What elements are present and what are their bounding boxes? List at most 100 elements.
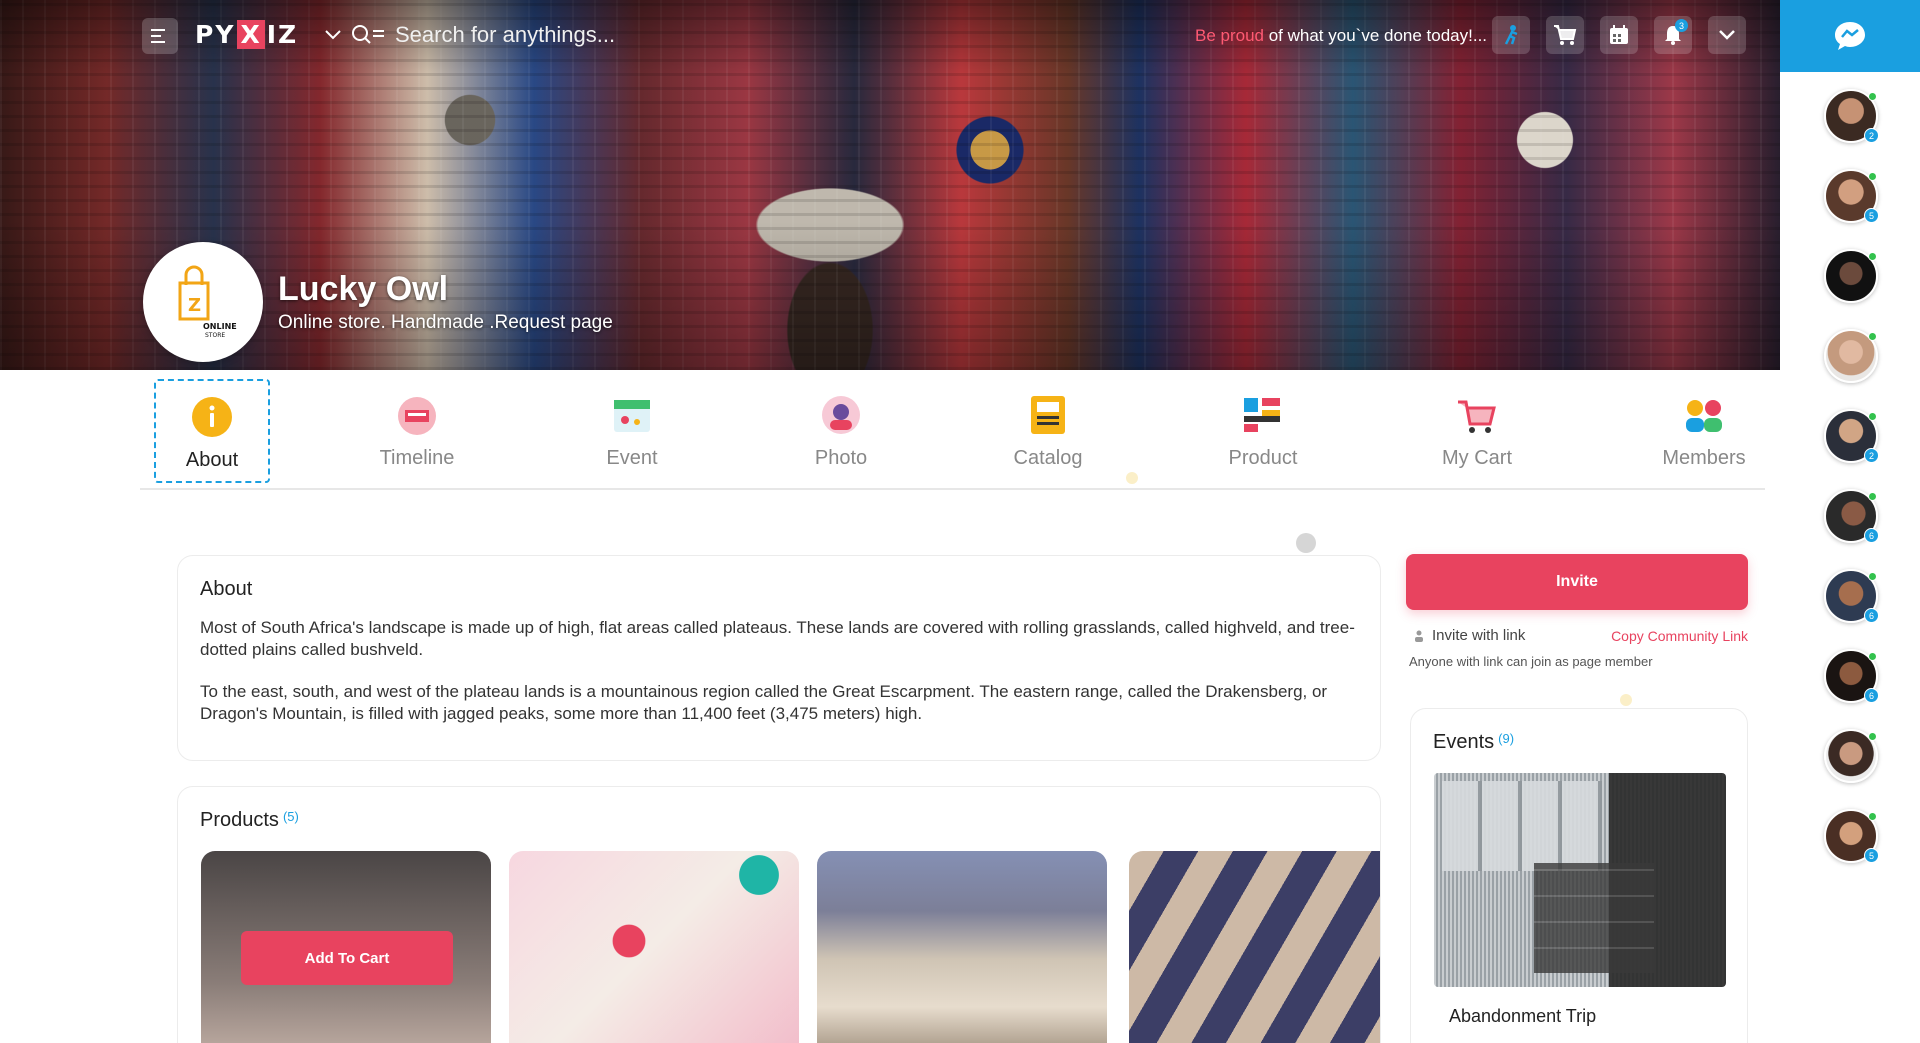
contacts-sidebar: 2 5 2 6 6 6 5 — [1780, 0, 1920, 1043]
search-icon[interactable] — [351, 24, 385, 46]
notification-badge: 3 — [1675, 19, 1688, 32]
event-title[interactable]: Abandonment Trip — [1449, 1006, 1596, 1027]
online-indicator — [1868, 412, 1877, 421]
svg-text:ONLINE: ONLINE — [203, 322, 237, 331]
online-indicator — [1868, 492, 1877, 501]
contact-avatar[interactable] — [1824, 329, 1878, 383]
contact-avatar[interactable]: 2 — [1824, 89, 1879, 143]
motto-text: Be proud of what you`ve done today!... — [1195, 26, 1488, 45]
contact-avatar[interactable]: 5 — [1824, 809, 1879, 863]
menu-icon — [151, 29, 165, 43]
timeline-icon — [398, 397, 436, 435]
tab-catalog[interactable]: Catalog — [990, 379, 1106, 483]
cart-icon — [1554, 25, 1577, 45]
site-logo[interactable]: PY X IZ — [195, 20, 298, 49]
events-count: (9) — [1498, 731, 1515, 746]
product-card[interactable] — [1129, 851, 1380, 1043]
chat-icon — [1835, 22, 1865, 50]
contact-avatar[interactable] — [1824, 729, 1878, 783]
svg-text:STORE: STORE — [205, 332, 225, 339]
products-header: Products (5) — [200, 809, 299, 831]
product-card[interactable]: Add To Cart — [201, 851, 491, 1043]
add-to-cart-button[interactable]: Add To Cart — [241, 931, 453, 985]
contact-avatar[interactable] — [1824, 249, 1878, 303]
status-button[interactable] — [1492, 16, 1530, 54]
online-indicator — [1868, 92, 1877, 101]
contact-avatar[interactable]: 6 — [1824, 489, 1879, 543]
chevron-down-icon[interactable] — [325, 30, 341, 40]
cart-icon — [1458, 400, 1496, 433]
product-icon — [1244, 398, 1280, 432]
events-header: Events (9) — [1433, 731, 1515, 753]
contact-avatar[interactable]: 6 — [1824, 649, 1879, 703]
product-card[interactable] — [509, 851, 799, 1043]
message-count-badge: 5 — [1864, 208, 1879, 223]
message-count-badge: 6 — [1864, 528, 1879, 543]
page-tabs: About Timeline Event Photo Catalog Produ… — [140, 375, 1765, 490]
event-icon — [614, 400, 650, 432]
run-icon — [1504, 25, 1518, 45]
about-card: About Most of South Africa's landscape i… — [177, 555, 1381, 761]
menu-button[interactable] — [142, 18, 178, 54]
decor-dot — [1296, 533, 1316, 553]
notifications-button[interactable]: 3 — [1654, 16, 1692, 54]
contact-avatar[interactable]: 6 — [1824, 569, 1879, 623]
top-actions: 3 — [1492, 16, 1746, 54]
message-count-badge: 2 — [1864, 448, 1879, 463]
svg-text:Z: Z — [188, 295, 201, 316]
page-title: Lucky Owl — [278, 270, 449, 308]
calendar-icon — [1610, 25, 1628, 44]
members-icon — [1686, 400, 1722, 432]
cart-button[interactable] — [1546, 16, 1584, 54]
catalog-icon — [1031, 396, 1065, 434]
search-input[interactable] — [395, 22, 835, 48]
invite-note: Anyone with link can join as page member — [1409, 654, 1653, 669]
about-paragraph: Most of South Africa's landscape is made… — [200, 618, 1355, 659]
search-bar — [325, 22, 835, 48]
about-title: About — [200, 578, 253, 600]
invite-link-label: Invite with link — [1432, 627, 1526, 644]
page-logo[interactable]: Z ONLINE STORE — [143, 242, 263, 362]
product-card[interactable] — [817, 851, 1107, 1043]
tab-members[interactable]: Members — [1646, 379, 1762, 483]
contact-avatar[interactable]: 2 — [1824, 409, 1879, 463]
info-icon — [192, 397, 232, 437]
online-indicator — [1868, 572, 1877, 581]
invite-link-row: Invite with link Copy Community Link — [1414, 627, 1748, 644]
top-bar: PYXIZ Be proud of what you`ve done today… — [0, 0, 1780, 72]
invite-button[interactable]: Invite — [1406, 554, 1748, 610]
chevron-down-icon — [1719, 30, 1735, 40]
tab-about[interactable]: About — [154, 379, 270, 483]
page-subtitle: Online store. Handmade .Request page — [278, 312, 613, 333]
tab-event[interactable]: Event — [574, 379, 690, 483]
message-count-badge: 5 — [1864, 848, 1879, 863]
decor-dot — [1620, 694, 1632, 706]
online-indicator — [1868, 652, 1877, 661]
tab-timeline[interactable]: Timeline — [359, 379, 475, 483]
person-icon — [1415, 630, 1423, 642]
calendar-button[interactable] — [1600, 16, 1638, 54]
message-count-badge: 6 — [1864, 608, 1879, 623]
online-indicator — [1868, 332, 1877, 341]
photo-icon — [822, 396, 860, 434]
about-paragraph: To the east, south, and west of the plat… — [200, 682, 1328, 723]
event-image[interactable] — [1434, 773, 1726, 987]
online-indicator — [1868, 732, 1877, 741]
account-menu-button[interactable] — [1708, 16, 1746, 54]
online-indicator — [1868, 252, 1877, 261]
app-root: PYXIZ Be proud of what you`ve done today… — [0, 0, 1920, 1043]
shopping-bag-logo: Z ONLINE STORE — [178, 265, 237, 339]
message-count-badge: 2 — [1864, 128, 1879, 143]
events-card: Events (9) Abandonment Trip — [1410, 708, 1748, 1043]
tab-photo[interactable]: Photo — [783, 379, 899, 483]
copy-link[interactable]: Copy Community Link — [1611, 628, 1748, 644]
online-indicator — [1868, 812, 1877, 821]
contact-avatar[interactable]: 5 — [1824, 169, 1879, 223]
message-count-badge: 6 — [1864, 688, 1879, 703]
tab-product[interactable]: Product — [1205, 379, 1321, 483]
online-indicator — [1868, 172, 1877, 181]
products-card: Products (5) Add To Cart — [177, 786, 1381, 1043]
messenger-button[interactable] — [1780, 0, 1920, 72]
products-count: (5) — [282, 809, 299, 824]
tab-my-cart[interactable]: My Cart — [1419, 379, 1535, 483]
